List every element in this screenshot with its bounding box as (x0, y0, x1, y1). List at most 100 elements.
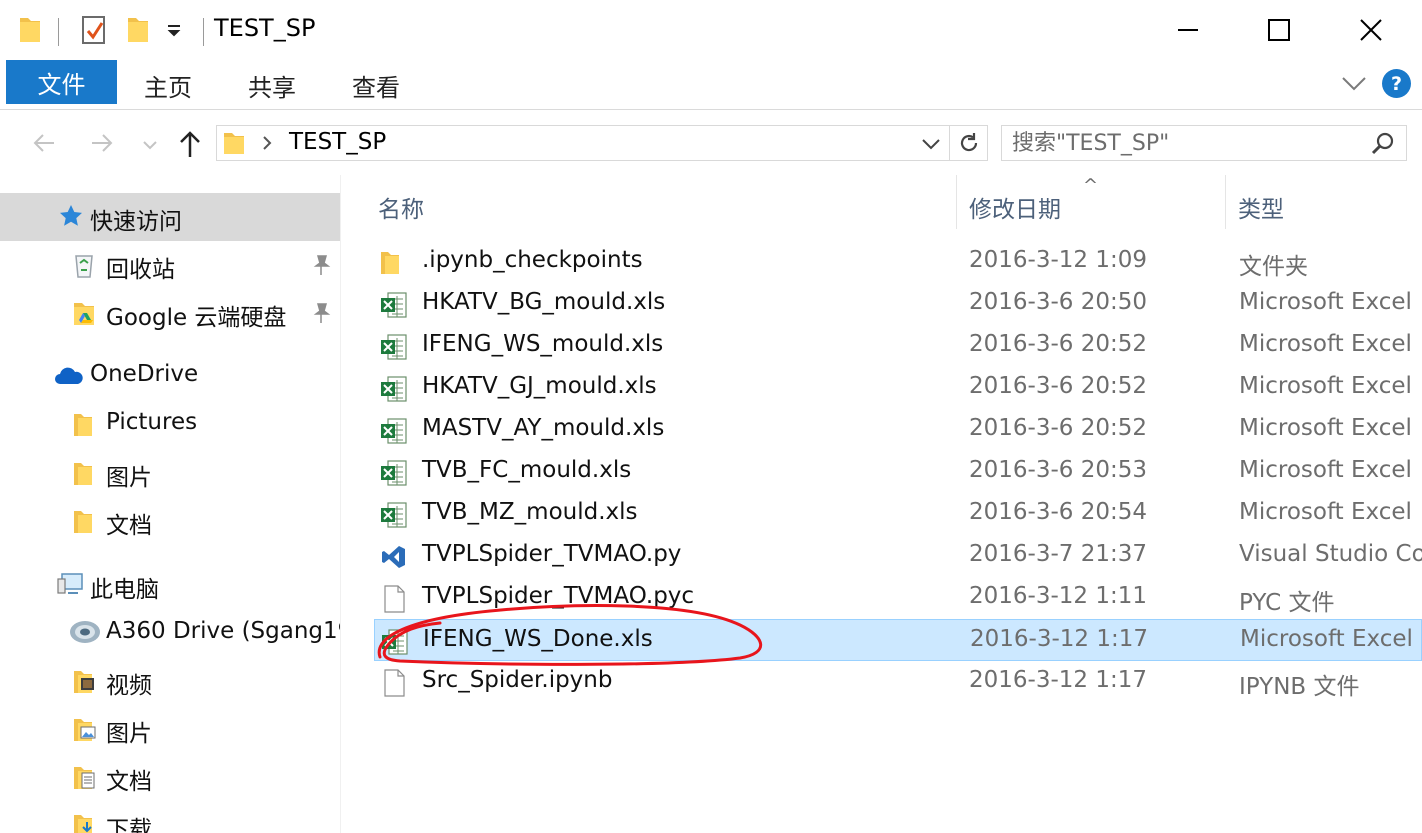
sidebar-item-pictures[interactable]: Pictures (0, 400, 340, 448)
videos-folder-icon (72, 667, 98, 699)
new-folder-icon[interactable] (126, 14, 150, 48)
file-date: 2016-3-6 20:52 (969, 373, 1147, 399)
refresh-button[interactable] (950, 125, 988, 161)
pin-icon[interactable] (311, 302, 331, 328)
sidebar-item-pc-documents[interactable]: 文档 (0, 753, 340, 801)
sidebar-item-label: Google 云端硬盘 (106, 305, 287, 331)
excel-file-icon (379, 458, 409, 492)
downloads-folder-icon (72, 811, 98, 833)
column-header-date[interactable]: 修改日期 (969, 190, 1061, 224)
recent-locations-chevron-icon[interactable] (142, 137, 158, 156)
close-icon (1360, 19, 1382, 41)
address-bar[interactable]: TEST_SP (216, 125, 950, 161)
help-button[interactable]: ? (1382, 69, 1411, 98)
file-type: 文件夹 (1239, 254, 1308, 280)
navigation-bar: TEST_SP (0, 111, 1422, 175)
tab-file[interactable]: 文件 (6, 60, 117, 104)
folder-icon (72, 507, 94, 539)
properties-icon[interactable] (80, 14, 108, 50)
file-type: Microsoft Excel (1239, 415, 1412, 441)
computer-icon (56, 571, 84, 601)
maximize-button[interactable] (1233, 0, 1325, 60)
column-header-type[interactable]: 类型 (1238, 190, 1284, 224)
sidebar-item-images[interactable]: 图片 (0, 449, 340, 497)
file-name: TVPLSpider_TVMAO.py (422, 541, 682, 567)
excel-file-icon (379, 374, 409, 408)
folder-icon (379, 248, 401, 280)
file-row[interactable]: HKATV_GJ_mould.xls 2016-3-6 20:52 Microsof… (374, 367, 1422, 409)
file-type: IPYNB 文件 (1239, 674, 1360, 700)
forward-arrow-icon[interactable] (88, 129, 116, 161)
sidebar-item-a360-drive[interactable]: A360 Drive (Sgang19 (0, 609, 340, 657)
sidebar-item-label: OneDrive (90, 361, 199, 387)
tab-view[interactable]: 查看 (352, 68, 400, 103)
pictures-folder-icon (72, 715, 98, 747)
sidebar-item-label: 视频 (106, 673, 152, 699)
excel-file-icon (379, 332, 409, 366)
file-type: Microsoft Excel (1239, 499, 1412, 525)
column-headers: 名称 ^ 修改日期 类型 (342, 175, 1422, 235)
sidebar-item-label: 图片 (106, 465, 152, 491)
sidebar-item-pc-pictures[interactable]: 图片 (0, 705, 340, 753)
file-type: Microsoft Excel (1239, 331, 1412, 357)
pin-icon[interactable] (311, 254, 331, 280)
sidebar-item-videos[interactable]: 视频 (0, 657, 340, 705)
navigation-pane[interactable]: 快速访问 回收站 Google 云端硬盘 OneDrive Pictures 图… (0, 175, 341, 833)
folder-icon (72, 410, 94, 442)
file-date: 2016-3-6 20:54 (969, 499, 1147, 525)
sidebar-item-label: Pictures (106, 409, 198, 435)
file-row[interactable]: HKATV_BG_mould.xls 2016-3-6 20:50 Microsof… (374, 283, 1422, 325)
back-arrow-icon[interactable] (30, 129, 58, 161)
chevron-down-icon[interactable] (1340, 70, 1368, 100)
breadcrumb[interactable]: TEST_SP (289, 129, 386, 155)
search-input[interactable] (1012, 128, 1352, 158)
search-icon[interactable] (1370, 131, 1396, 161)
file-row[interactable]: .ipynb_checkpoints 2016-3-12 1:09 文件夹 (374, 241, 1422, 283)
column-header-name[interactable]: 名称 (378, 190, 424, 224)
file-type: Visual Studio Co (1239, 541, 1422, 567)
customize-toolbar-icon[interactable] (166, 22, 182, 42)
onedrive-cloud-icon (54, 366, 84, 390)
tab-share[interactable]: 共享 (248, 68, 296, 103)
folder-icon (18, 14, 42, 48)
a360-drive-icon (68, 617, 102, 651)
sidebar-item-label: 文档 (106, 769, 152, 795)
folder-icon (223, 130, 245, 160)
sidebar-item-quick-access[interactable]: 快速访问 (0, 193, 340, 241)
sidebar-item-documents[interactable]: 文档 (0, 497, 340, 545)
red-annotation-circle (377, 604, 763, 666)
file-name: TVB_MZ_mould.xls (422, 499, 638, 525)
sidebar-item-onedrive[interactable]: OneDrive (0, 352, 340, 400)
file-name: TVB_FC_mould.xls (422, 457, 632, 483)
sidebar-item-recycle-bin[interactable]: 回收站 (0, 241, 340, 289)
file-row[interactable]: TVB_FC_mould.xls 2016-3-6 20:53 Microsoft … (374, 451, 1422, 493)
minimize-button[interactable] (1142, 0, 1234, 60)
google-drive-folder-icon (72, 299, 98, 331)
tab-home[interactable]: 主页 (144, 68, 192, 103)
file-type: Microsoft Excel (1239, 289, 1412, 315)
file-row[interactable]: IFENG_WS_mould.xls 2016-3-6 20:52 Microsof… (374, 325, 1422, 367)
sidebar-item-google-drive[interactable]: Google 云端硬盘 (0, 289, 340, 337)
file-name: HKATV_BG_mould.xls (422, 289, 666, 315)
address-history-chevron-icon[interactable] (921, 136, 941, 155)
sidebar-item-this-pc[interactable]: 此电脑 (0, 561, 340, 609)
file-date: 2016-3-6 20:52 (969, 415, 1147, 441)
file-type: Microsoft Excel (1239, 373, 1412, 399)
file-row[interactable]: TVB_MZ_mould.xls 2016-3-6 20:54 Microsoft … (374, 493, 1422, 535)
file-name: .ipynb_checkpoints (422, 247, 643, 273)
close-button[interactable] (1325, 0, 1417, 60)
sidebar-item-label: 快速访问 (90, 209, 182, 235)
breadcrumb-chevron-icon[interactable] (261, 135, 273, 155)
up-arrow-icon[interactable] (176, 129, 204, 163)
search-box[interactable] (1001, 125, 1407, 161)
file-row[interactable]: TVPLSpider_TVMAO.py 2016-3-7 21:37 Visual … (374, 535, 1422, 577)
file-date: 2016-3-7 21:37 (969, 541, 1147, 567)
file-date: 2016-3-12 1:09 (969, 247, 1147, 273)
file-name: HKATV_GJ_mould.xls (422, 373, 657, 399)
file-date: 2016-3-6 20:52 (969, 331, 1147, 357)
file-row[interactable]: MASTV_AY_mould.xls 2016-3-6 20:52 Microsof… (374, 409, 1422, 451)
file-list[interactable]: 名称 ^ 修改日期 类型 .ipynb_checkpoints 2016-3-12… (342, 175, 1422, 833)
sidebar-item-downloads[interactable]: 下载 (0, 801, 340, 833)
excel-file-icon (379, 500, 409, 534)
file-type: PYC 文件 (1239, 590, 1335, 616)
